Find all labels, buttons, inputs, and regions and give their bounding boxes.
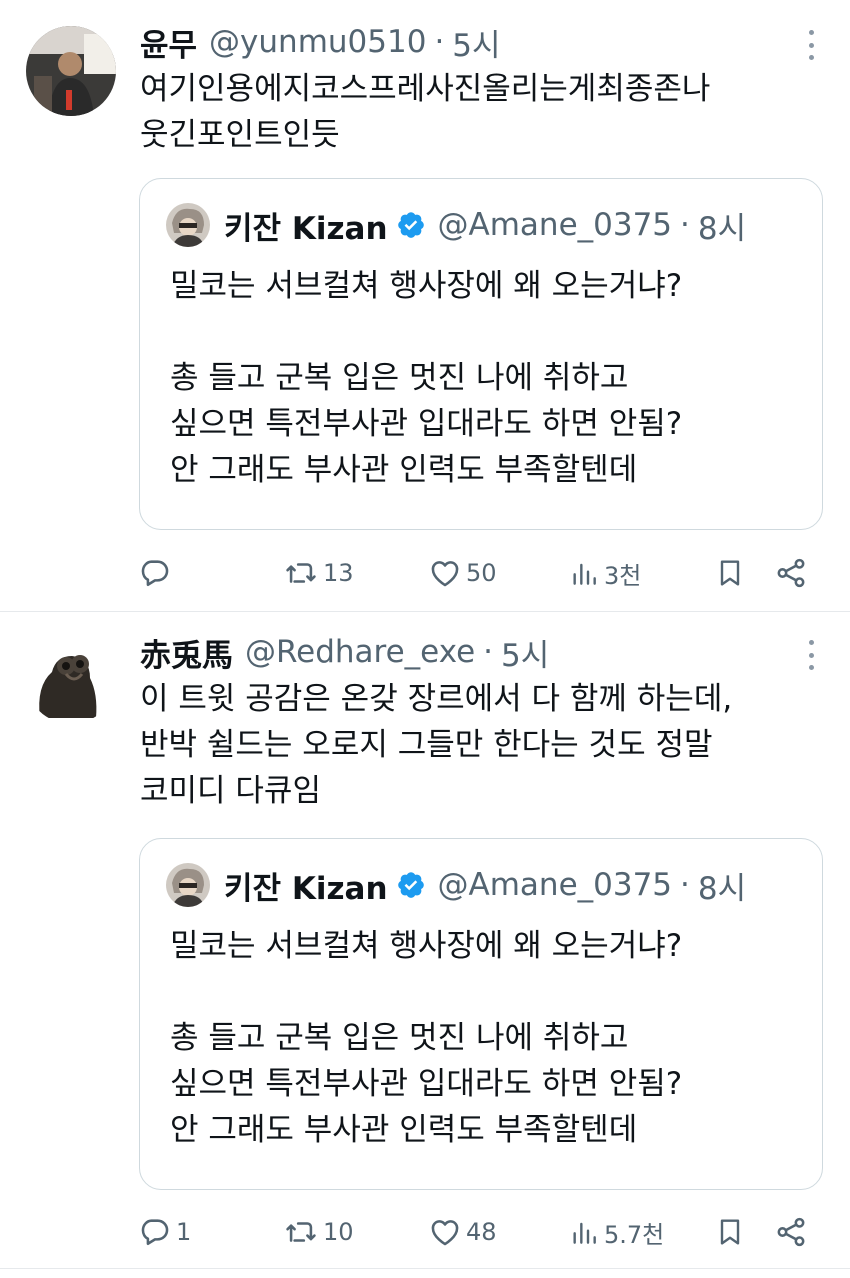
timestamp[interactable]: 5시 — [452, 20, 500, 65]
bookmark-icon — [720, 560, 740, 586]
quote-author-name[interactable]: 키잔 Kizan — [224, 203, 388, 248]
author-name[interactable]: 윤무 — [140, 20, 197, 65]
reply-button[interactable] — [138, 551, 176, 595]
views-count: 5.7천 — [604, 1220, 665, 1249]
more-icon[interactable] — [806, 30, 816, 60]
avatar[interactable] — [26, 26, 116, 116]
verified-badge-icon — [397, 872, 424, 898]
retweet-count: 13 — [323, 559, 354, 587]
reply-icon — [141, 560, 169, 587]
heart-icon — [431, 561, 459, 587]
share-icon — [777, 558, 805, 588]
author-handle[interactable]: @Redhare_exe — [245, 634, 475, 670]
action-bar: 1 10 48 5.7천 — [0, 1210, 850, 1254]
tweet-header: 윤무 @yunmu0510 · 5시 — [140, 20, 501, 64]
bookmark-icon — [720, 1219, 740, 1245]
views-count: 3천 — [604, 561, 642, 590]
tweet-divider — [0, 1268, 850, 1269]
quote-tweet[interactable]: 키잔 Kizan @Amane_0375 · 8시 밀코는 서브컬쳐 행사장에 … — [139, 838, 823, 1190]
quote-header: 키잔 Kizan @Amane_0375 · 8시 — [166, 863, 746, 907]
retweet-icon — [286, 1222, 316, 1242]
quote-text: 밀코는 서브컬쳐 행사장에 왜 오는거냐? 총 들고 군복 입은 멋진 나에 취… — [170, 928, 683, 1148]
retweet-button[interactable]: 13 — [283, 551, 354, 595]
heart-icon — [431, 1220, 459, 1246]
reply-count: 1 — [176, 1218, 192, 1246]
views-button[interactable]: 5.7천 — [568, 1210, 664, 1254]
like-button[interactable]: 50 — [428, 551, 497, 595]
bookmark-button[interactable] — [714, 551, 746, 595]
reply-icon — [141, 1219, 169, 1246]
like-count: 48 — [466, 1218, 497, 1246]
verified-badge-icon — [397, 212, 424, 238]
share-icon — [777, 1217, 805, 1247]
timestamp[interactable]: 5시 — [501, 630, 549, 675]
views-button[interactable]: 3천 — [568, 551, 641, 595]
author-handle[interactable]: @yunmu0510 — [209, 24, 426, 60]
separator-dot: · — [680, 867, 690, 903]
avatar[interactable] — [26, 634, 116, 724]
quote-header: 키잔 Kizan @Amane_0375 · 8시 — [166, 203, 746, 247]
tweet-text: 여기인용에지코스프레사진올리는게최종존나 웃긴포인트인듯 — [140, 71, 711, 153]
share-button[interactable] — [774, 1210, 808, 1254]
tweet[interactable]: 윤무 @yunmu0510 · 5시 여기인용에지코스프레사진올리는게최종존나 … — [0, 0, 850, 612]
views-icon — [573, 563, 596, 585]
views-icon — [573, 1222, 596, 1244]
like-button[interactable]: 48 — [428, 1210, 497, 1254]
retweet-button[interactable]: 10 — [283, 1210, 354, 1254]
separator-dot: · — [483, 634, 494, 670]
like-count: 50 — [466, 559, 497, 587]
author-name[interactable]: 赤兎馬 — [140, 630, 233, 675]
tweet-header: 赤兎馬 @Redhare_exe · 5시 — [140, 630, 549, 674]
retweet-icon — [286, 563, 316, 583]
quote-timestamp[interactable]: 8시 — [698, 863, 746, 908]
action-bar: 13 50 3천 — [0, 551, 850, 595]
reply-button[interactable]: 1 — [138, 1210, 191, 1254]
avatar[interactable] — [166, 863, 210, 907]
retweet-count: 10 — [323, 1218, 354, 1246]
quote-timestamp[interactable]: 8시 — [698, 203, 746, 248]
quote-tweet[interactable]: 키잔 Kizan @Amane_0375 · 8시 밀코는 서브컬쳐 행사장에 … — [139, 178, 823, 530]
bookmark-button[interactable] — [714, 1210, 746, 1254]
avatar[interactable] — [166, 203, 210, 247]
quote-author-handle[interactable]: @Amane_0375 — [438, 207, 673, 243]
quote-author-name[interactable]: 키잔 Kizan — [224, 863, 388, 908]
share-button[interactable] — [774, 551, 808, 595]
more-icon[interactable] — [806, 640, 816, 670]
tweet[interactable]: 赤兎馬 @Redhare_exe · 5시 이 트윗 공감은 온갖 장르에서 다… — [0, 612, 850, 1278]
quote-author-handle[interactable]: @Amane_0375 — [438, 867, 673, 903]
quote-text: 밀코는 서브컬쳐 행사장에 왜 오는거냐? 총 들고 군복 입은 멋진 나에 취… — [170, 268, 683, 488]
separator-dot: · — [434, 24, 445, 60]
separator-dot: · — [680, 207, 690, 243]
tweet-text: 이 트윗 공감은 온갖 장르에서 다 함께 하는데, 반박 쉴드는 오로지 그들… — [140, 681, 733, 809]
